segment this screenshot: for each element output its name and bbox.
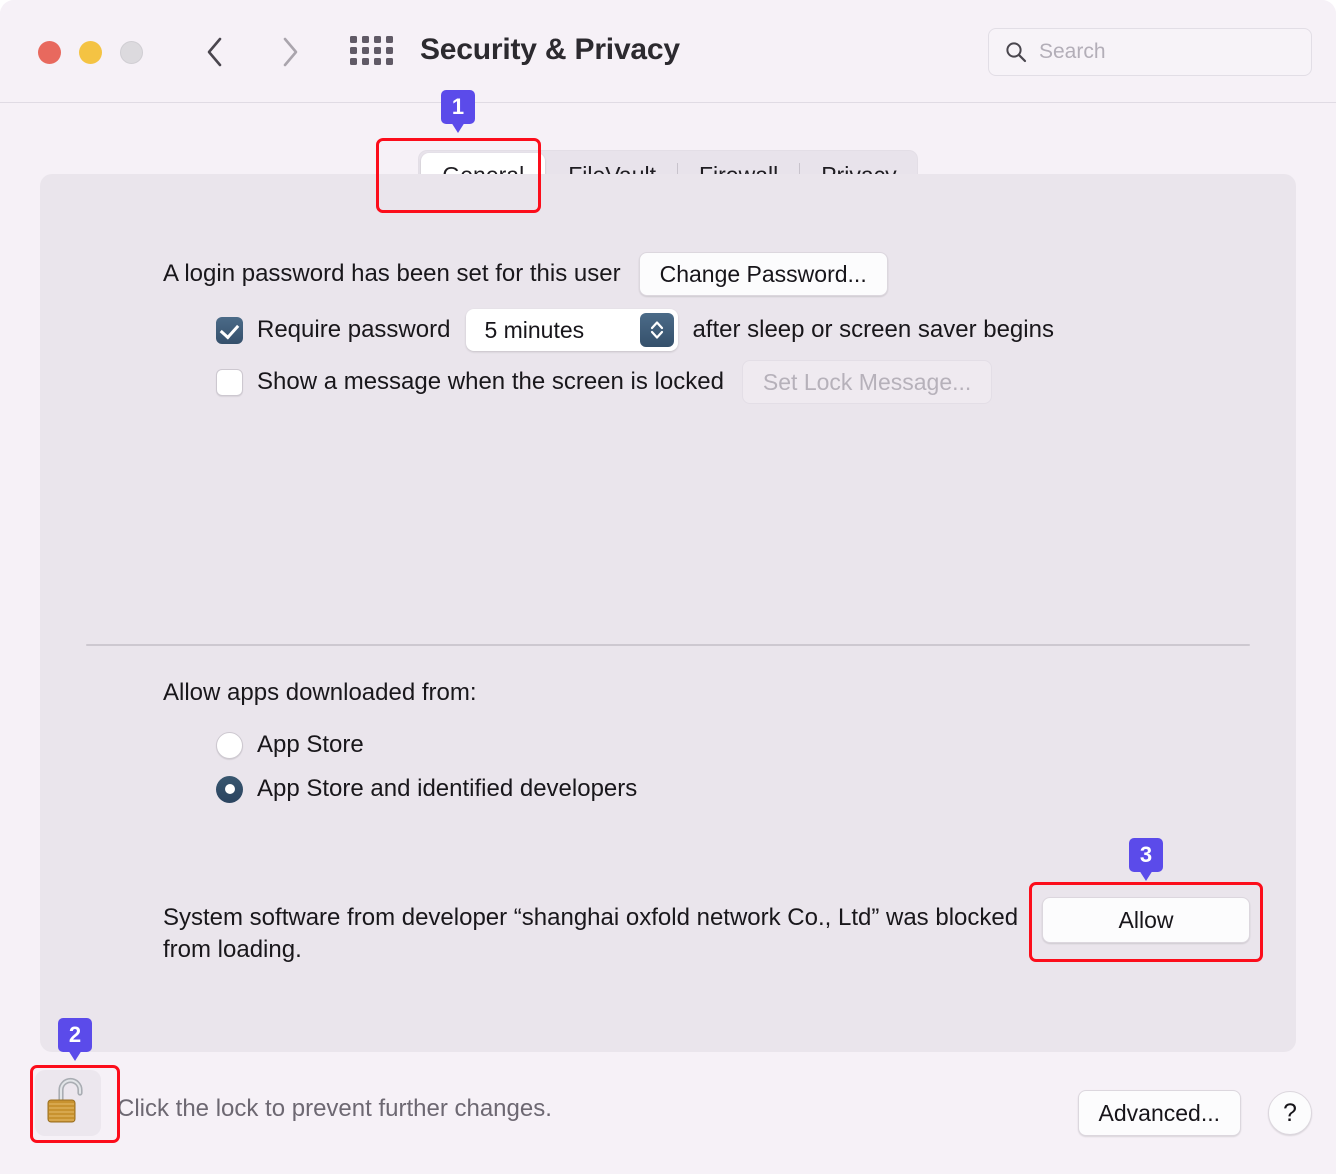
traffic-lights: [38, 41, 143, 64]
step-badge-1: 1: [441, 90, 475, 133]
login-password-row: A login password has been set for this u…: [163, 252, 888, 296]
step-badge-2: 2: [58, 1018, 92, 1061]
minimize-button[interactable]: [79, 41, 102, 64]
lock-hint-text: Click the lock to prevent further change…: [117, 1095, 552, 1122]
help-button[interactable]: ?: [1268, 1091, 1312, 1135]
allow-apps-heading: Allow apps downloaded from:: [163, 679, 477, 706]
step-badge-3: 3: [1129, 838, 1163, 881]
radio-app-store[interactable]: [216, 731, 243, 759]
change-password-button[interactable]: Change Password...: [638, 252, 888, 296]
back-button[interactable]: [192, 28, 236, 76]
allow-button[interactable]: Allow: [1042, 897, 1250, 943]
require-password-checkbox[interactable]: [216, 316, 243, 344]
page-title: Security & Privacy: [420, 33, 680, 66]
radio-row-identified-developers[interactable]: App Store and identified developers: [216, 775, 637, 803]
search-icon: [1005, 41, 1027, 63]
require-password-row: Require password 5 minutes after sleep o…: [216, 309, 1054, 351]
set-lock-message-button[interactable]: Set Lock Message...: [741, 360, 993, 404]
general-pane: A login password has been set for this u…: [40, 174, 1296, 1052]
lock-message-row: Show a message when the screen is locked…: [216, 360, 993, 404]
blocked-software-message: System software from developer “shanghai…: [163, 904, 1019, 964]
close-button[interactable]: [38, 41, 61, 64]
search-field[interactable]: Search: [988, 28, 1312, 76]
radio-identified-developers[interactable]: [216, 775, 243, 803]
radio-row-app-store[interactable]: App Store: [216, 731, 364, 759]
advanced-button[interactable]: Advanced...: [1077, 1090, 1241, 1136]
forward-button[interactable]: [268, 28, 312, 76]
radio-app-store-label: App Store: [257, 731, 364, 758]
stepper-chevrons-icon[interactable]: [640, 313, 675, 347]
show-lock-message-checkbox[interactable]: [216, 368, 243, 396]
show-all-grid-icon[interactable]: [350, 36, 394, 70]
zoom-button[interactable]: [120, 41, 143, 64]
unlocked-padlock-icon: [45, 1076, 91, 1131]
require-password-suffix: after sleep or screen saver begins: [692, 316, 1054, 343]
lock-button[interactable]: [35, 1070, 101, 1136]
security-privacy-window: Security & Privacy Search General FileVa…: [0, 0, 1336, 1174]
search-placeholder: Search: [1039, 40, 1106, 63]
show-lock-message-label: Show a message when the screen is locked: [257, 368, 724, 395]
radio-identified-developers-label: App Store and identified developers: [257, 775, 638, 802]
section-divider: [86, 644, 1250, 646]
window-titlebar: Security & Privacy Search: [0, 0, 1336, 103]
require-password-delay-value: 5 minutes: [484, 316, 585, 343]
allow-button-container: Allow: [1042, 897, 1250, 943]
require-password-delay-select[interactable]: 5 minutes: [466, 309, 679, 351]
forward-chevron-icon: [282, 37, 299, 67]
login-password-status: A login password has been set for this u…: [163, 260, 621, 287]
back-chevron-icon: [206, 37, 223, 67]
require-password-label: Require password: [257, 316, 451, 343]
